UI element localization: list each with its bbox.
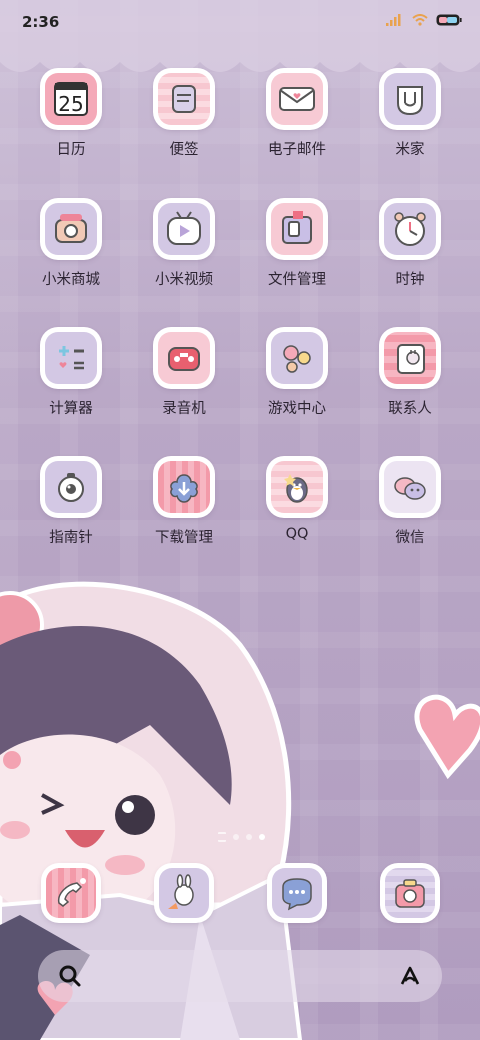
phone-icon [43,865,99,921]
mi-video-icon [155,200,213,258]
page-indicator-menu[interactable] [218,832,226,842]
page-dot[interactable] [233,834,239,840]
mi-store-icon [42,200,100,258]
mijia-icon [381,70,439,128]
calendar-icon: 25 [42,70,100,128]
recorder-icon [155,329,213,387]
app-compass[interactable]: 指南针 [21,458,121,547]
app-label: 文件管理 [268,272,326,288]
app-contacts[interactable]: 联系人 [360,329,460,418]
app-game-center[interactable]: 游戏中心 [247,329,347,418]
app-label: 游戏中心 [268,401,326,417]
app-mijia[interactable]: 米家 [360,70,460,159]
app-label: 小米商城 [42,272,100,288]
clock-icon [381,200,439,258]
app-label: 电子邮件 [268,142,326,158]
app-calculator[interactable]: 计算器 [21,329,121,418]
chat-bubble-icon [269,865,325,921]
messages-icon [156,865,212,921]
camera-icon [382,865,438,921]
app-label: 时钟 [395,272,425,288]
app-download-manager[interactable]: 下载管理 [134,458,234,547]
app-label: 米家 [395,142,425,158]
app-label: 计算器 [49,401,93,417]
contacts-icon [381,329,439,387]
app-label: 日历 [56,142,86,158]
calendar-date: 25 [58,92,84,116]
app-mi-video[interactable]: 小米视频 [134,200,234,289]
app-label: 指南针 [49,530,93,546]
dock-chat[interactable] [247,865,347,921]
status-bar: 2:36 [0,0,480,44]
app-recorder[interactable]: 录音机 [134,329,234,418]
app-qq[interactable]: QQ [247,458,347,542]
status-time: 2:36 [22,13,60,31]
dock-phone[interactable] [21,865,121,921]
app-wechat[interactable]: 微信 [360,458,460,547]
app-label: 下载管理 [155,530,213,546]
app-email[interactable]: 电子邮件 [247,70,347,159]
app-label: 联系人 [388,401,432,417]
app-label: 小米视频 [155,272,213,288]
game-center-icon [268,329,326,387]
wifi-icon [412,14,428,26]
app-label: 录音机 [162,401,206,417]
app-file-manager[interactable]: 文件管理 [247,200,347,289]
dock-messages[interactable] [134,865,234,921]
app-label: QQ [285,526,309,542]
app-calendar[interactable]: 25 日历 [21,70,121,159]
download-manager-icon [155,458,213,516]
assistant-icon[interactable] [398,964,422,988]
search-icon[interactable] [58,964,82,988]
file-manager-icon [268,200,326,258]
compass-icon [42,458,100,516]
calculator-icon [42,329,100,387]
qq-icon [268,458,326,516]
signal-icon [386,14,401,26]
dock-camera[interactable] [360,865,460,921]
email-icon [268,70,326,128]
notes-icon [155,70,213,128]
page-indicator[interactable] [218,832,265,842]
app-label: 微信 [395,530,425,546]
app-notes[interactable]: 便签 [134,70,234,159]
page-dot-active[interactable] [259,834,265,840]
page-dot[interactable] [246,834,252,840]
app-label: 便签 [169,142,199,158]
battery-icon [436,14,462,26]
wechat-icon [381,458,439,516]
app-mi-store[interactable]: 小米商城 [21,200,121,289]
app-clock[interactable]: 时钟 [360,200,460,289]
search-bar[interactable] [38,950,442,1002]
